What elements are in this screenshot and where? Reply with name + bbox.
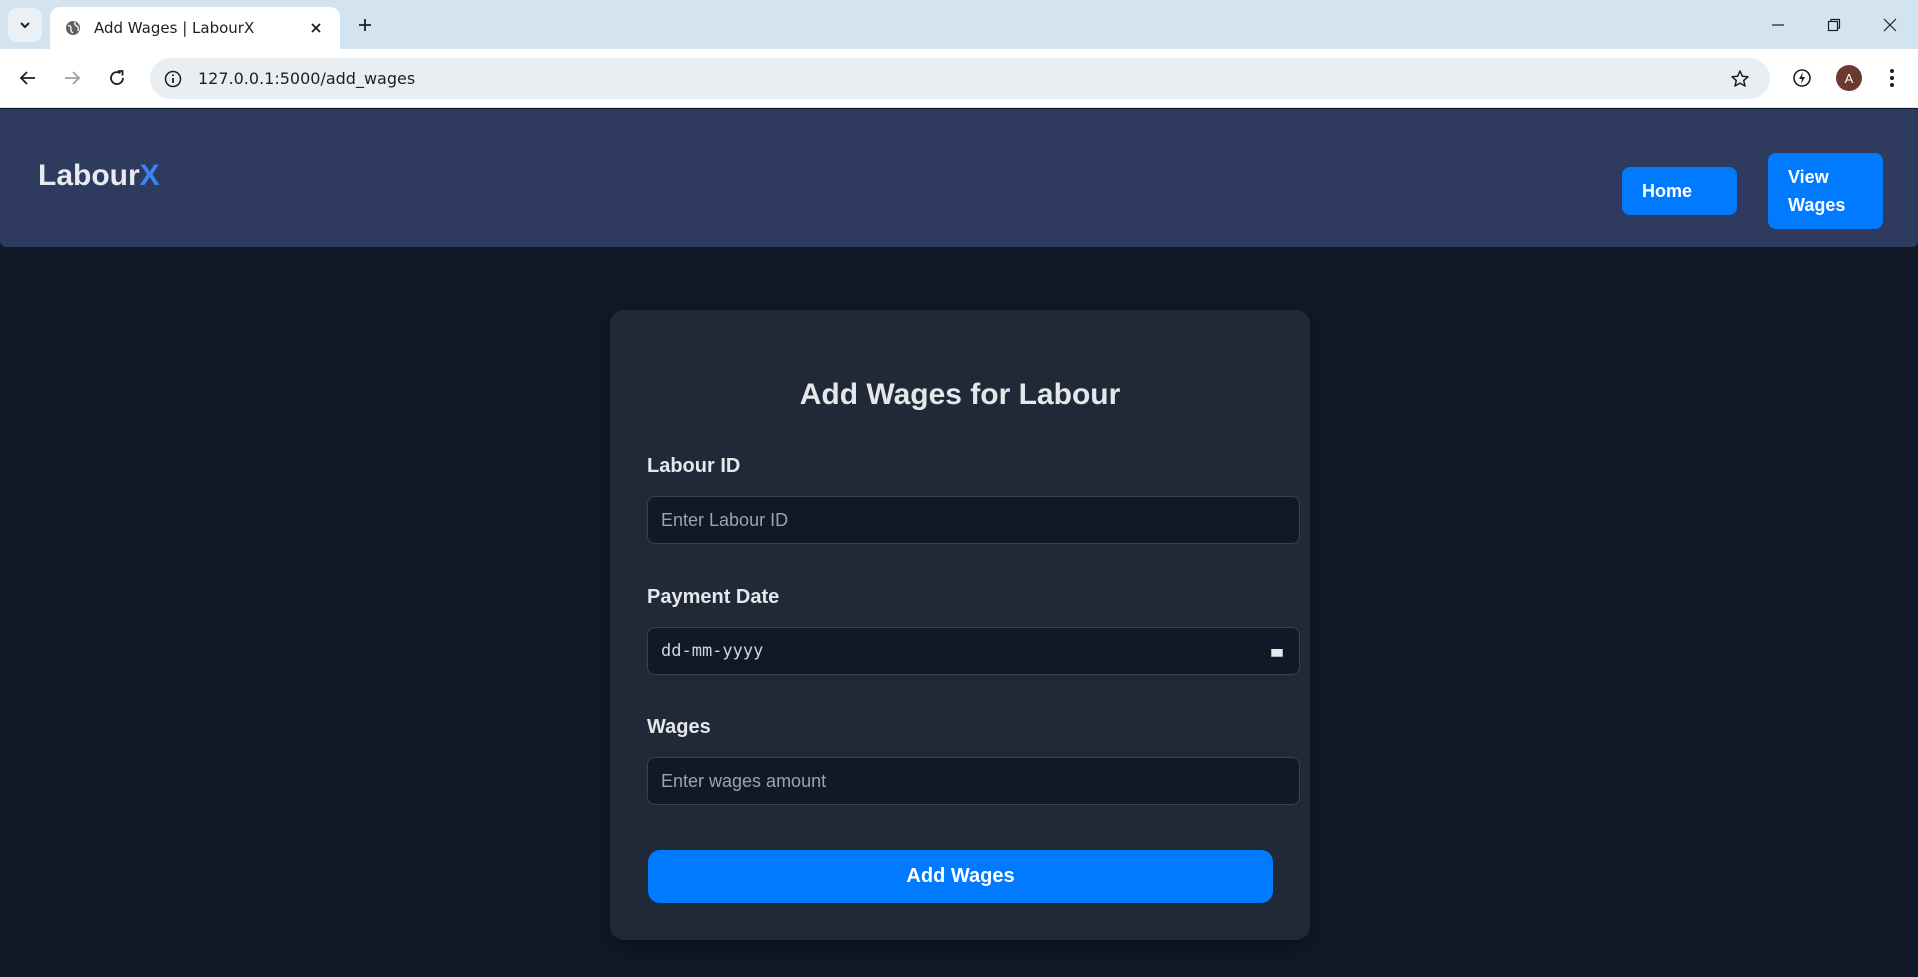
wages-label: Wages <box>647 716 711 738</box>
add-wages-button[interactable]: Add Wages <box>648 850 1273 903</box>
restore-icon <box>1827 18 1841 31</box>
arrow-right-icon <box>65 71 81 85</box>
calendar-icon[interactable] <box>1269 643 1285 659</box>
close-icon <box>1883 18 1897 31</box>
tab-close-icon[interactable] <box>306 18 326 38</box>
info-icon[interactable] <box>158 64 188 94</box>
payment-date-label: Payment Date <box>647 586 780 608</box>
page-title: Add Wages for Labour <box>799 378 1121 411</box>
arrow-left-icon <box>19 71 35 85</box>
labour-id-placeholder: Enter Labour ID <box>661 509 789 530</box>
wages-placeholder: Enter wages amount <box>661 770 827 791</box>
home-button[interactable]: Home <box>1622 167 1737 215</box>
view-wages-label-line1: View <box>1788 167 1829 187</box>
tab-title: Add Wages | LabourX <box>94 19 255 37</box>
restore-button[interactable] <box>1806 0 1862 49</box>
browser-toolbar: 127.0.0.1:5000/add_wages A <box>0 49 1918 108</box>
back-button[interactable] <box>12 62 44 94</box>
logo[interactable]: LabourX <box>38 159 160 193</box>
logo-text: Labour <box>38 159 140 192</box>
labour-id-input[interactable]: Enter Labour ID <box>647 496 1300 544</box>
address-bar[interactable]: 127.0.0.1:5000/add_wages <box>150 58 1770 99</box>
view-wages-label-line2: Wages <box>1788 195 1846 215</box>
reload-button[interactable] <box>101 62 133 94</box>
add-wages-button-label: Add Wages <box>906 865 1015 887</box>
url-text[interactable]: 127.0.0.1:5000/add_wages <box>198 69 1724 88</box>
new-tab-button[interactable] <box>352 12 378 38</box>
wages-input[interactable]: Enter wages amount <box>647 757 1300 805</box>
chevron-down-icon <box>20 22 30 29</box>
view-wages-button[interactable]: View Wages <box>1768 153 1883 229</box>
window-close-button[interactable] <box>1862 0 1918 49</box>
home-button-label: Home <box>1642 181 1693 201</box>
browser-menu-button[interactable] <box>1876 62 1908 94</box>
minimize-button[interactable] <box>1750 0 1806 49</box>
bookmark-star-icon[interactable] <box>1724 63 1756 95</box>
payment-date-input[interactable]: dd-mm-yyyy <box>647 627 1300 675</box>
globe-icon <box>64 19 82 37</box>
plus-icon <box>359 19 371 31</box>
app-header: LabourX Home View Wages <box>0 109 1918 247</box>
reload-icon <box>110 70 124 85</box>
forward-button[interactable] <box>56 62 88 94</box>
labour-id-label: Labour ID <box>647 455 741 477</box>
browser-tabbar: Add Wages | LabourX <box>0 0 1918 49</box>
logo-accent: X <box>139 159 160 192</box>
profile-avatar[interactable]: A <box>1836 65 1862 91</box>
add-wages-card: Add Wages for Labour Labour ID Enter Lab… <box>610 310 1310 940</box>
more-vertical-icon <box>1890 69 1894 87</box>
browser-tab-active[interactable]: Add Wages | LabourX <box>50 7 340 49</box>
minimize-icon <box>1772 23 1784 26</box>
speed-icon <box>1793 69 1811 87</box>
tab-search-button[interactable] <box>8 8 42 42</box>
performance-button[interactable] <box>1786 62 1818 94</box>
payment-date-placeholder: dd-mm-yyyy <box>661 641 764 661</box>
